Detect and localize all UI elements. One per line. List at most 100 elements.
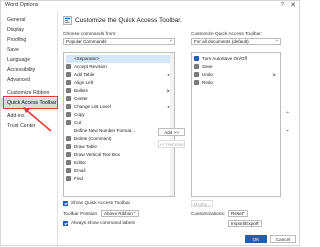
list-item-label: Bullets — [74, 88, 88, 93]
chevron-down-icon: ⌄ — [255, 220, 260, 225]
sidebar-item-save[interactable]: Save — [1, 45, 57, 55]
center-icon — [66, 96, 71, 101]
list-item-label: Save — [202, 64, 213, 69]
sidebar-item-proofing[interactable]: Proofing — [1, 35, 57, 45]
list-item[interactable]: Change List Level ▸ — [66, 103, 172, 111]
accept-revision-icon — [66, 64, 71, 69]
list-item[interactable]: Bullets |▸ — [66, 87, 172, 95]
word-options-dialog: Word Options ? ✕ General Display Proofin… — [0, 0, 300, 247]
scissors-icon — [66, 120, 71, 125]
list-item[interactable]: Accept Revision — [66, 63, 172, 71]
list-item-label: <Separator> — [74, 56, 100, 61]
list-item[interactable]: Find — [66, 175, 172, 183]
autosave-icon — [194, 56, 199, 61]
choose-commands-label: Choose commands from: — [63, 32, 117, 37]
list-item[interactable]: Redo — [194, 79, 278, 87]
page-title: Customize the Quick Access Toolbar. — [75, 17, 182, 24]
chevron-down-icon: ⌄ — [132, 210, 137, 215]
close-button[interactable]: ✕ — [290, 1, 296, 10]
sidebar-item-language[interactable]: Language — [1, 55, 57, 65]
save-icon — [194, 64, 199, 69]
show-qat-checkbox[interactable] — [63, 201, 68, 206]
modify-button[interactable]: Modify... — [191, 200, 213, 207]
import-export-dropdown[interactable]: Import/Export ⌄ — [228, 220, 262, 227]
sidebar-item-advanced[interactable]: Advanced — [1, 75, 57, 85]
align-left-icon — [66, 80, 71, 85]
undo-icon — [194, 72, 199, 77]
list-item-label: Center — [74, 96, 88, 101]
qat-commands-listbox[interactable]: Turn AutoSave On/Off Save Undo |▸ Redo — [191, 52, 281, 197]
list-item[interactable]: Delete (Comment) — [66, 135, 172, 143]
list-level-icon — [66, 104, 71, 109]
import-export-value: Import/Export — [231, 221, 259, 226]
reset-dropdown[interactable]: Reset ⌄ — [228, 210, 248, 217]
list-item-label: Editor — [74, 160, 87, 165]
draw-table-icon — [66, 144, 71, 149]
toolbar-position-dropdown[interactable]: Above Ribbon ⌄ — [101, 210, 139, 217]
chevron-down-icon: ⌄ — [274, 38, 279, 43]
sidebar-item-display[interactable]: Display — [1, 25, 57, 35]
list-item[interactable]: Cut — [66, 119, 172, 127]
text-box-icon — [66, 152, 71, 157]
commands-listbox[interactable]: <Separator> Accept Revision Add Table ▸ A… — [63, 52, 175, 197]
list-item-label: Delete (Comment) — [74, 136, 112, 141]
help-button[interactable]: ? — [281, 2, 284, 8]
sidebar: General Display Proofing Save Language A… — [1, 12, 58, 247]
sidebar-item-accessibility[interactable]: Accessibility — [1, 65, 57, 75]
choose-commands-value: Popular Commands — [66, 39, 107, 44]
list-item-label: Turn AutoSave On/Off — [202, 56, 247, 61]
list-item[interactable]: Align Left — [66, 79, 172, 87]
always-show-labels-label: Always show command labels — [71, 221, 135, 226]
sidebar-item-trust-center[interactable]: Trust Center — [1, 121, 57, 131]
choose-commands-dropdown[interactable]: Popular Commands ⌄ — [63, 38, 175, 45]
chevron-down-icon: ⌄ — [241, 210, 246, 215]
copy-icon — [66, 112, 71, 117]
customize-qat-value: For all documents (default) — [194, 39, 249, 44]
list-item-label: Define New Number Format... — [74, 128, 136, 133]
customize-qat-dropdown[interactable]: For all documents (default) ⌄ — [191, 38, 281, 45]
ok-button[interactable]: OK — [245, 235, 267, 243]
email-icon — [66, 168, 71, 173]
cancel-button[interactable]: Cancel — [270, 235, 296, 243]
list-item[interactable]: Copy — [66, 111, 172, 119]
chevron-down-icon: ⌄ — [168, 38, 173, 43]
editor-icon — [66, 160, 71, 165]
bullets-icon — [66, 88, 71, 93]
toolbar-customize-icon — [63, 16, 72, 25]
list-item-label: Find — [74, 176, 83, 181]
toolbar-position-value: Above Ribbon — [104, 211, 133, 216]
list-item-label: Draw Vertical Text Box — [74, 152, 120, 157]
sidebar-item-general[interactable]: General — [1, 15, 57, 25]
list-item[interactable]: Center — [66, 95, 172, 103]
list-item-label: Align Left — [74, 80, 94, 85]
list-item-label: Draw Table — [74, 144, 97, 149]
toolbar-position-label: Toolbar Position — [63, 212, 98, 217]
remove-button[interactable]: << Remove — [158, 140, 185, 148]
move-down-icon[interactable]: ⌄ — [285, 126, 290, 133]
list-item[interactable]: Add Table ▸ — [66, 71, 172, 79]
table-icon — [66, 72, 71, 77]
scrollbar[interactable] — [170, 53, 174, 196]
add-button[interactable]: Add >> — [158, 128, 185, 136]
highlight-callout-box — [3, 96, 58, 109]
list-item[interactable]: Turn AutoSave On/Off — [194, 55, 278, 63]
customize-qat-label: Customize Quick Access Toolbar: — [191, 32, 263, 37]
list-item[interactable]: Editor — [66, 159, 172, 167]
always-show-labels-checkbox[interactable] — [63, 221, 68, 226]
search-icon — [66, 176, 71, 181]
list-item[interactable]: Draw Table — [66, 143, 172, 151]
redo-icon — [194, 80, 199, 85]
list-item-label: Add Table — [74, 72, 95, 77]
list-item[interactable]: Undo |▸ — [194, 71, 278, 79]
list-item-label: Accept Revision — [74, 64, 107, 69]
list-item[interactable]: Save — [194, 63, 278, 71]
list-item-label: Change List Level — [74, 104, 111, 109]
sidebar-item-add-ins[interactable]: Add-ins — [1, 111, 57, 121]
window-title: Word Options — [5, 2, 39, 8]
move-up-icon[interactable]: ⌃ — [285, 111, 290, 118]
list-item-label: Email — [74, 168, 86, 173]
list-item[interactable]: Email — [66, 167, 172, 175]
list-item[interactable]: Draw Vertical Text Box — [66, 151, 172, 159]
list-item[interactable]: <Separator> — [66, 55, 172, 63]
list-item[interactable]: Define New Number Format... — [66, 127, 172, 135]
